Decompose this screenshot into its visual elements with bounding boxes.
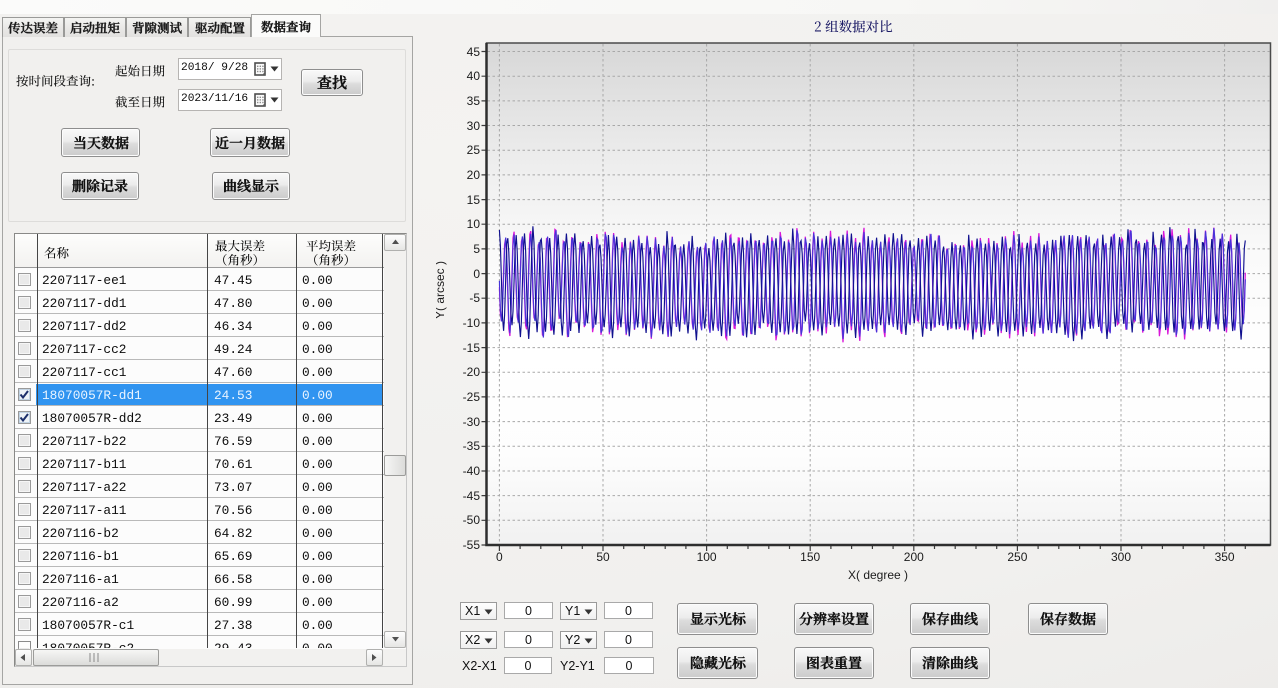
svg-text:Y( arcsec ): Y( arcsec )	[436, 261, 447, 319]
